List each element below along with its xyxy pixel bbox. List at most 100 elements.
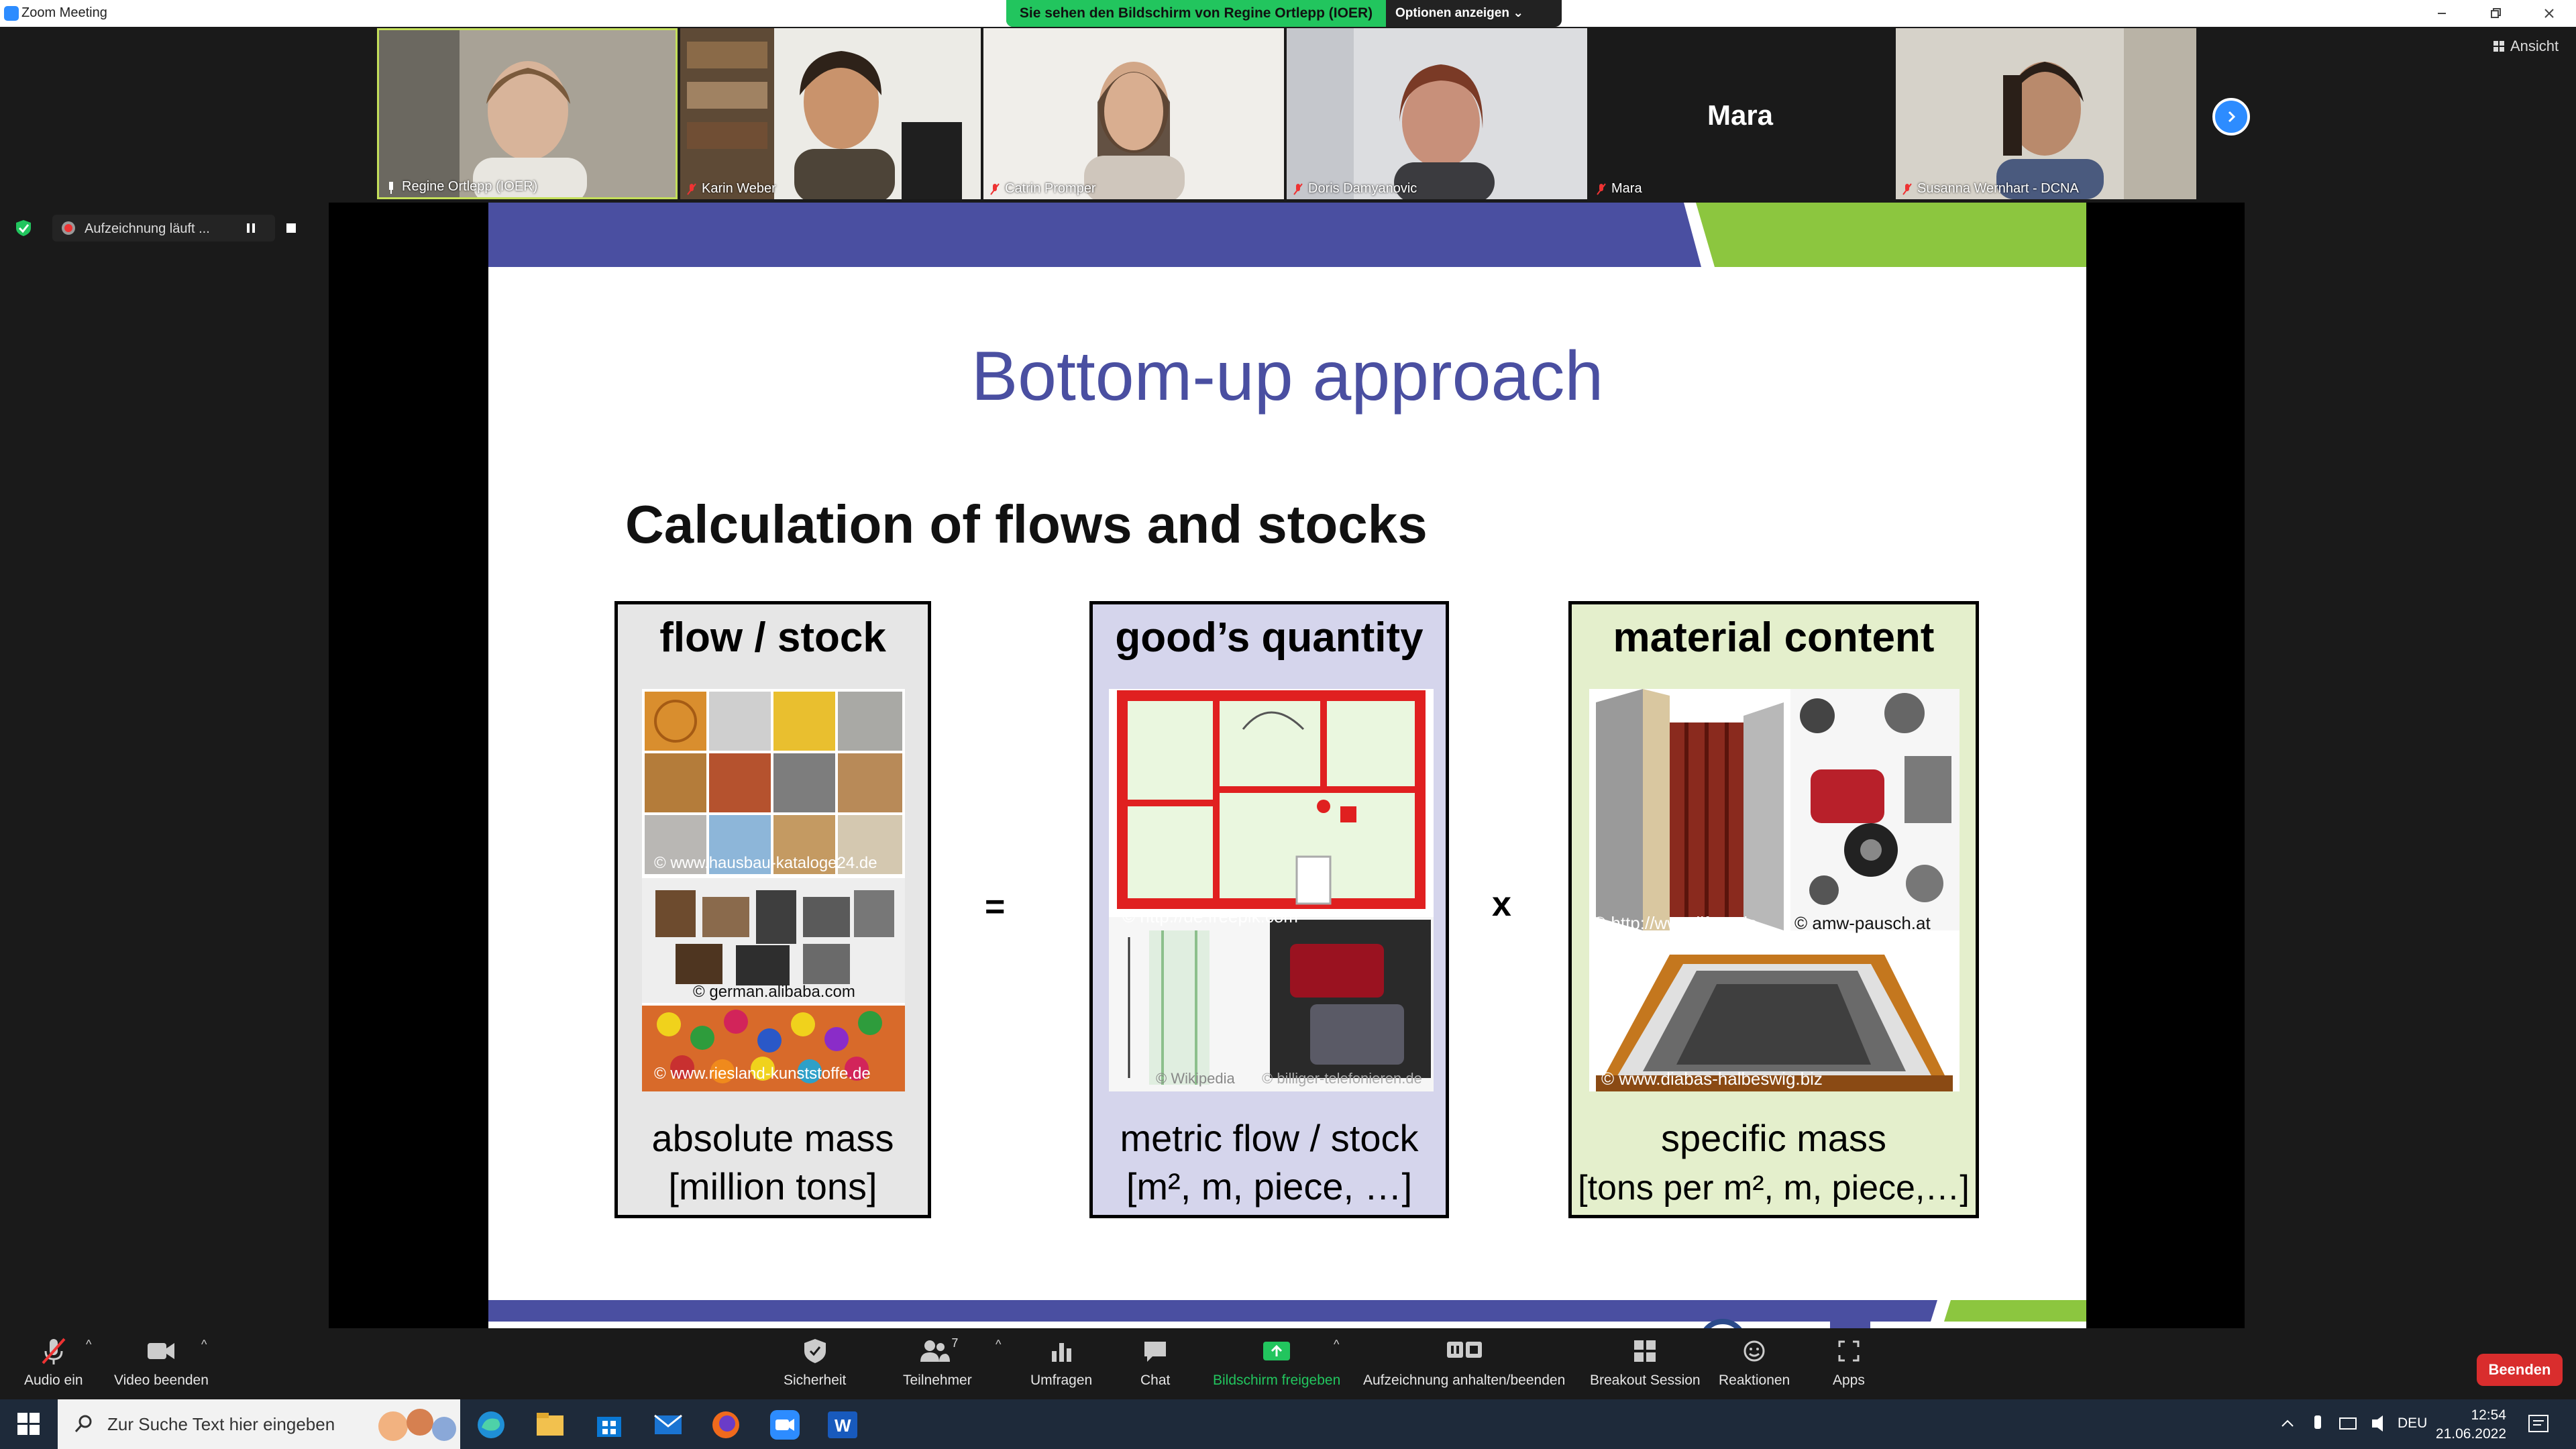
participant-video: [1287, 28, 1587, 199]
word-app-icon[interactable]: W: [826, 1409, 859, 1441]
close-icon: [2544, 9, 2554, 18]
chevron-right-icon: [2228, 111, 2236, 123]
wall-car-road-photo: [1589, 689, 1960, 1091]
recording-control-button[interactable]: Aufzeichnung anhalten/beenden: [1363, 1336, 1565, 1389]
pause-icon[interactable]: [244, 221, 258, 235]
equals-operator: =: [985, 888, 1006, 926]
slide-top-band: [488, 203, 2086, 267]
smiley-icon: [1743, 1340, 1765, 1362]
image-caption: © www.hausbau-kataloge24.de: [654, 854, 877, 872]
grid-view-icon: [2493, 41, 2504, 52]
svg-text:W: W: [835, 1415, 851, 1436]
participant-video: [983, 28, 1284, 199]
store-icon[interactable]: [593, 1409, 625, 1441]
footer-line-2: [m², m, piece, …]: [1126, 1165, 1413, 1208]
chevron-down-icon: ⌄: [1513, 6, 1524, 20]
windows-taskbar: Zur Suche Text hier eingeben W DEU 12:54…: [0, 1399, 2576, 1449]
zoom-app-icon[interactable]: [769, 1409, 801, 1441]
material-content-box: material content © http://www.lifepr.de …: [1568, 601, 1979, 1218]
video-camera-icon: [148, 1343, 175, 1359]
participant-video: [379, 30, 676, 197]
taskbar-search-box[interactable]: Zur Suche Text hier eingeben: [58, 1399, 460, 1449]
apps-button[interactable]: Apps: [1833, 1336, 1865, 1389]
video-options-caret[interactable]: ^: [201, 1338, 207, 1352]
search-placeholder: Zur Suche Text hier eingeben: [107, 1414, 335, 1434]
reactions-label: Reaktionen: [1719, 1373, 1790, 1388]
video-label: Video beenden: [114, 1373, 209, 1388]
view-button[interactable]: Ansicht: [2493, 38, 2559, 55]
polls-button[interactable]: Umfragen: [1030, 1336, 1092, 1389]
minimize-button[interactable]: [2415, 0, 2469, 27]
view-options-button[interactable]: Optionen anzeigen ⌄: [1395, 0, 1523, 27]
windows-start-icon[interactable]: [16, 1411, 42, 1437]
reactions-button[interactable]: Reaktionen: [1719, 1336, 1790, 1389]
participants-button[interactable]: 7 Teilnehmer: [903, 1336, 972, 1389]
participants-options-caret[interactable]: ^: [996, 1338, 1001, 1352]
video-tile[interactable]: Karin Weber: [680, 28, 981, 199]
footer-line-1: absolute mass: [651, 1117, 894, 1159]
audio-label: Audio ein: [24, 1373, 83, 1388]
muted-mic-icon: [1597, 182, 1606, 195]
close-button[interactable]: [2522, 0, 2576, 27]
video-button[interactable]: Video beenden: [114, 1336, 209, 1389]
bar-chart-icon: [1052, 1343, 1072, 1362]
video-tile[interactable]: Regine Ortlepp (IOER): [377, 28, 678, 199]
muted-mic-icon: [1902, 182, 1912, 195]
building-materials-photo: [642, 689, 905, 1091]
chat-label: Chat: [1140, 1373, 1171, 1388]
edge-browser-icon[interactable]: [475, 1409, 507, 1441]
share-options-caret[interactable]: ^: [1334, 1338, 1339, 1352]
meeting-area: Ansicht Regine Ortlepp (IOER) Karin Webe…: [0, 27, 2576, 1340]
restore-button[interactable]: [2469, 0, 2522, 27]
restore-icon: [2491, 8, 2501, 18]
flow-stock-box: flow / stock © www.hausbau-kataloge24.de…: [614, 601, 931, 1218]
video-tile[interactable]: Mara Mara: [1590, 28, 1890, 199]
audio-options-caret[interactable]: ^: [86, 1338, 91, 1352]
video-tile[interactable]: Doris Damyanovic: [1287, 28, 1587, 199]
footer-line-2: [million tons]: [668, 1165, 877, 1208]
clock-date: 21.06.2022: [2435, 1426, 2506, 1442]
share-banner: Sie sehen den Bildschirm von Regine Ortl…: [1006, 0, 1562, 27]
box-header: flow / stock: [659, 614, 886, 661]
image-caption: © amw-pausch.at: [1794, 913, 1931, 933]
input-language[interactable]: DEU: [2398, 1415, 2427, 1432]
recording-control-label: Aufzeichnung anhalten/beenden: [1363, 1373, 1566, 1388]
image-caption: © www.diabas-halbeswig.biz: [1601, 1069, 1823, 1089]
title-bar: Zoom Meeting Sie sehen den Bildschirm vo…: [0, 0, 2576, 27]
image-caption: © http://de.freepik.com: [1122, 906, 1298, 926]
file-explorer-icon[interactable]: [534, 1409, 566, 1441]
box-footer: absolute mass [million tons]: [618, 1114, 928, 1211]
notification-icon[interactable]: [2525, 1411, 2552, 1438]
stop-icon[interactable]: [284, 221, 298, 235]
share-screen-icon: [1263, 1342, 1291, 1360]
firefox-icon[interactable]: [710, 1409, 742, 1441]
breakout-button[interactable]: Breakout Session: [1590, 1336, 1701, 1389]
end-meeting-button[interactable]: Beenden: [2477, 1354, 2563, 1386]
video-tile[interactable]: Catrin Promper: [983, 28, 1284, 199]
meeting-controls: Audio ein ^ Video beenden ^ Sicherheit 7…: [0, 1328, 2576, 1399]
pin-icon: [389, 181, 393, 194]
mail-icon[interactable]: [652, 1409, 684, 1441]
participant-name: Karin Weber: [702, 181, 776, 196]
next-page-button[interactable]: [2212, 98, 2250, 136]
security-button[interactable]: Sicherheit: [784, 1336, 846, 1389]
footer-line-2: [tons per m², m, piece,…]: [1578, 1169, 1970, 1208]
footer-line-1: specific mass: [1660, 1117, 1887, 1159]
pause-stop-recording-icon: [1446, 1342, 1482, 1358]
share-screen-label: Bildschirm freigeben: [1213, 1373, 1341, 1388]
audio-button[interactable]: Audio ein: [24, 1336, 83, 1389]
polls-label: Umfragen: [1030, 1373, 1093, 1388]
search-icon: [74, 1415, 92, 1432]
presentation-slide: Bottom-up approach Calculation of flows …: [488, 203, 2086, 1340]
participants-icon: [920, 1340, 951, 1362]
recording-label: Aufzeichnung läuft ...: [85, 221, 210, 236]
recording-indicator: Aufzeichnung läuft ...: [52, 215, 275, 241]
participant-name: Susanna Wernhart - DCNA: [1917, 181, 2079, 196]
chat-button[interactable]: Chat: [1140, 1336, 1170, 1389]
image-caption: © http://www.lifepr.de: [1593, 913, 1758, 933]
share-screen-button[interactable]: Bildschirm freigeben: [1213, 1336, 1340, 1389]
muted-mic-icon: [990, 182, 1000, 195]
video-tile[interactable]: Susanna Wernhart - DCNA: [1896, 28, 2196, 199]
shield-check-icon[interactable]: [15, 219, 32, 237]
taskbar-clock[interactable]: 12:54 21.06.2022: [2432, 1406, 2506, 1444]
